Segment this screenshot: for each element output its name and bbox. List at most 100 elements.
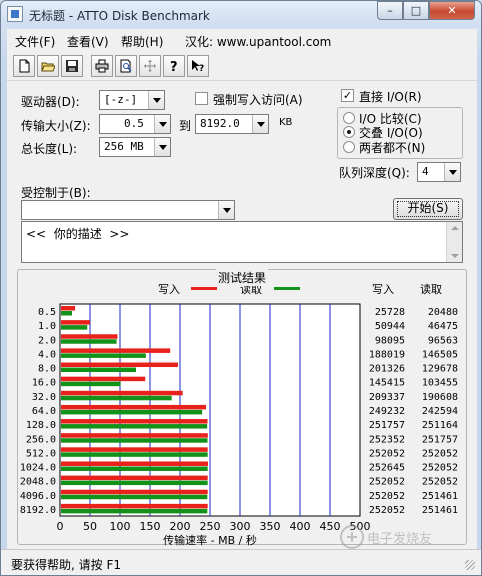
direct-io-checkbox[interactable]: ✓ xyxy=(341,89,354,102)
write-bar xyxy=(61,348,171,353)
read-bar xyxy=(61,466,208,471)
scroll-up-icon[interactable] xyxy=(451,226,459,230)
start-button[interactable]: 开始(S) xyxy=(393,198,463,220)
chevron-down-icon[interactable] xyxy=(252,115,268,133)
read-value: 252052 xyxy=(422,477,458,488)
status-text: 要获得帮助, 请按 F1 xyxy=(11,558,121,572)
controlled-by-select[interactable] xyxy=(21,200,235,220)
write-value: 252052 xyxy=(369,491,405,502)
write-value: 145415 xyxy=(369,378,405,389)
write-value: 252645 xyxy=(369,463,405,474)
write-bar xyxy=(61,461,209,466)
menu-localization[interactable]: 汉化: www.upantool.com xyxy=(185,33,331,50)
resize-grip-icon[interactable] xyxy=(465,560,475,570)
menu-file[interactable]: 文件(F) xyxy=(15,33,55,50)
chevron-down-icon[interactable] xyxy=(154,138,170,156)
force-write-label: 强制写入访问(A) xyxy=(213,93,303,107)
write-value: 188019 xyxy=(369,349,405,360)
save-icon[interactable] xyxy=(61,55,83,77)
read-bar xyxy=(61,424,208,429)
write-value: 249232 xyxy=(369,406,405,417)
benchmark-chart: 0 50 100 150 200 250 300 350 400 450 500传输速率 - MB … xyxy=(20,282,458,546)
drive-value: [-z-] xyxy=(104,93,138,106)
overlapped-io-radio[interactable] xyxy=(343,126,355,138)
write-value: 252052 xyxy=(369,505,405,516)
to-label: 到 xyxy=(179,119,192,133)
description-textarea[interactable]: << 你的描述 >> xyxy=(21,221,463,263)
title-bar[interactable]: 无标题 - ATTO Disk Benchmark – □ ✕ xyxy=(1,1,481,27)
read-bar xyxy=(61,325,88,330)
write-bar xyxy=(61,503,208,509)
read-bar xyxy=(61,381,121,387)
category-label: 128.0 xyxy=(26,420,56,431)
minimize-button[interactable]: – xyxy=(377,1,403,20)
read-value: 251757 xyxy=(422,434,458,445)
help-icon[interactable]: ? xyxy=(163,55,185,77)
write-value: 252052 xyxy=(369,477,405,488)
category-label: 1024.0 xyxy=(20,463,56,474)
write-value: 25728 xyxy=(375,307,405,318)
write-bar xyxy=(61,390,183,396)
queue-depth-value: 4 xyxy=(422,165,429,178)
io-compare-radio[interactable] xyxy=(343,112,355,124)
x-tick-label: 200 xyxy=(170,520,191,533)
total-length-value: 256 MB xyxy=(104,140,144,153)
description-scrollbar[interactable] xyxy=(446,222,462,262)
chevron-down-icon[interactable] xyxy=(218,201,234,219)
context-help-icon[interactable]: ? xyxy=(187,55,209,77)
write-bar xyxy=(61,334,118,339)
close-button[interactable]: ✕ xyxy=(429,1,475,20)
menu-help[interactable]: 帮助(H) xyxy=(121,33,163,50)
category-label: 256.0 xyxy=(26,434,56,445)
total-length-select[interactable]: 256 MB xyxy=(99,137,171,157)
write-bar xyxy=(61,306,76,311)
category-label: 8192.0 xyxy=(20,505,56,516)
print-preview-icon[interactable] xyxy=(115,55,137,77)
write-value: 252352 xyxy=(369,434,405,445)
chevron-down-icon[interactable] xyxy=(154,115,170,133)
move-icon[interactable] xyxy=(139,55,161,77)
queue-depth-select[interactable]: 4 xyxy=(417,162,461,182)
category-label: 32.0 xyxy=(32,392,56,403)
scroll-down-icon[interactable] xyxy=(451,254,459,258)
transfer-size-from-select[interactable]: 0.5 xyxy=(99,114,171,134)
new-file-icon[interactable] xyxy=(13,55,35,77)
category-label: 64.0 xyxy=(32,406,56,417)
print-icon[interactable] xyxy=(91,55,113,77)
write-bar xyxy=(61,489,208,495)
neither-radio[interactable] xyxy=(343,141,355,153)
chevron-down-icon[interactable] xyxy=(148,91,164,109)
legend-read-swatch xyxy=(274,287,300,290)
write-value: 251757 xyxy=(369,420,405,431)
write-bar xyxy=(61,362,178,368)
read-value: 146505 xyxy=(422,349,458,360)
force-write-checkbox[interactable] xyxy=(195,92,208,105)
settings-panel: 驱动器(D): [-z-] 强制写入访问(A) 传输大小(Z): 0.5 到 8… xyxy=(7,81,477,549)
neither-label: 两者都不(N) xyxy=(359,141,426,155)
drive-select[interactable]: [-z-] xyxy=(99,90,165,110)
read-value: 242594 xyxy=(422,406,458,417)
read-bar xyxy=(61,480,208,486)
maximize-button[interactable]: □ xyxy=(403,1,429,20)
transfer-size-to-select[interactable]: 8192.0 xyxy=(195,114,269,134)
read-value: 190608 xyxy=(422,392,458,403)
menu-view[interactable]: 查看(V) xyxy=(67,33,109,50)
x-tick-label: 300 xyxy=(230,520,251,533)
category-label: 16.0 xyxy=(32,378,56,389)
x-tick-label: 50 xyxy=(83,520,97,533)
window-title: 无标题 - ATTO Disk Benchmark xyxy=(29,9,210,23)
category-label: 4.0 xyxy=(38,349,56,360)
read-value: 251164 xyxy=(422,420,458,431)
write-bar xyxy=(61,376,146,382)
read-bar xyxy=(61,367,136,373)
menu-bar: 文件(F) 查看(V) 帮助(H) 汉化: www.upantool.com xyxy=(7,29,477,51)
write-value: 252052 xyxy=(369,448,405,459)
read-bar xyxy=(61,494,208,500)
read-value: 20480 xyxy=(428,307,458,318)
results-group: 0 50 100 150 200 250 300 350 400 450 500 传输速率 - MB … xyxy=(17,269,467,546)
chevron-down-icon[interactable] xyxy=(444,163,460,181)
write-value: 98095 xyxy=(375,335,405,346)
kb-unit-label: KB xyxy=(279,117,293,128)
open-folder-icon[interactable] xyxy=(37,55,59,77)
read-bar xyxy=(61,409,203,415)
